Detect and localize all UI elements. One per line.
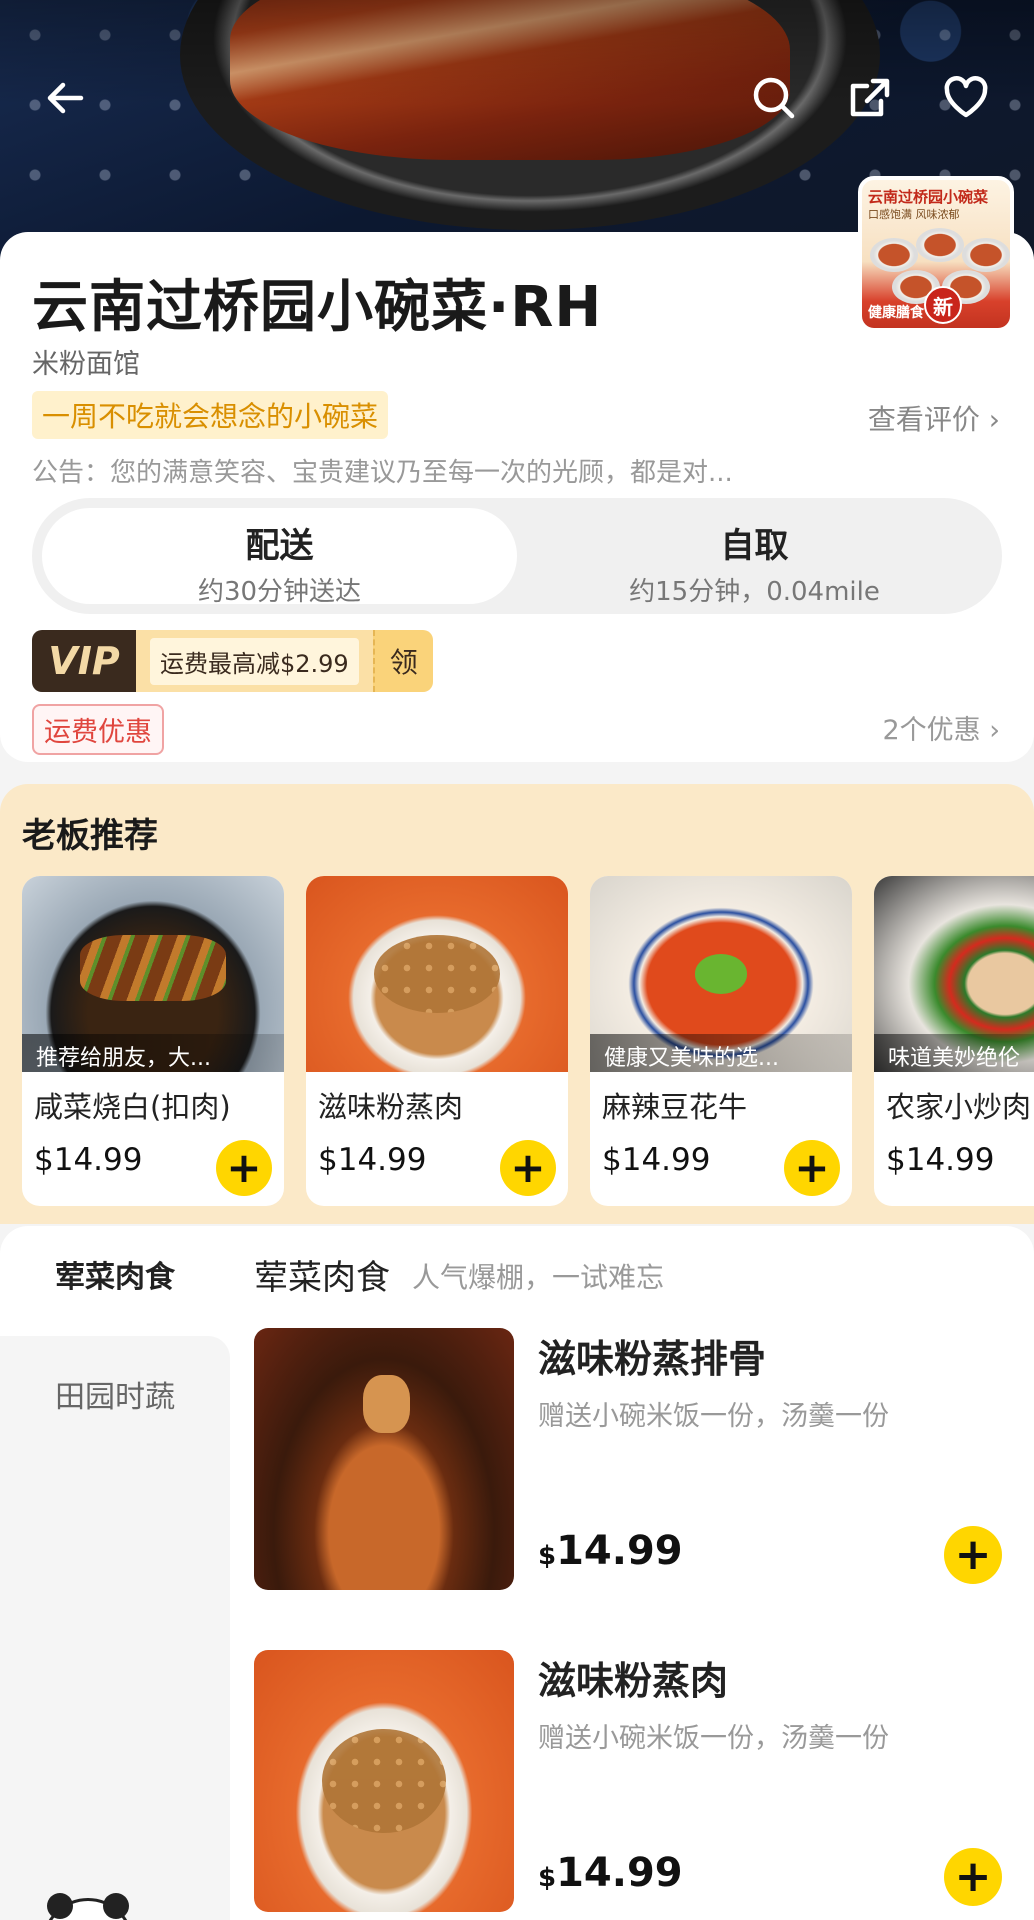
plus-icon: + [226, 1143, 262, 1192]
logo-subtitle: 口感饱满 风味浓郁 [868, 208, 960, 221]
add-to-cart-button[interactable]: + [944, 1526, 1002, 1584]
store-logo[interactable]: 云南过桥园小碗菜 口感饱满 风味浓郁 健康膳食 新 [858, 176, 1014, 332]
dish-name: 咸菜烧白(扣肉) [34, 1090, 231, 1124]
back-arrow-icon [47, 82, 84, 114]
dish-description: 赠送小碗米饭一份，汤羹一份 [538, 1401, 889, 1432]
pickup-time: 约15分钟，0.04mile [629, 577, 880, 607]
pickup-option[interactable]: 自取 约15分钟，0.04mile [517, 508, 992, 607]
dish-caption: 健康又美味的选... [590, 1034, 852, 1072]
vip-logo: VIP [32, 630, 136, 692]
delivery-time: 约30分钟送达 [197, 577, 362, 607]
dish-image [306, 876, 568, 1072]
delivery-title: 配送 [245, 526, 314, 566]
plus-icon: + [794, 1143, 830, 1192]
share-icon [850, 78, 890, 117]
dish-price: $14.99 [538, 1528, 683, 1574]
dish-price: $14.99 [318, 1142, 427, 1178]
dish-description: 赠送小碗米饭一份，汤羹一份 [538, 1723, 889, 1754]
dish-name: 滋味粉蒸肉 [538, 1659, 729, 1703]
share-button[interactable] [842, 70, 898, 126]
back-button[interactable] [38, 70, 94, 126]
view-reviews-link[interactable]: 查看评价 › [868, 398, 1000, 438]
sidebar-item-vegetables[interactable]: 田园时蔬 [0, 1372, 230, 1416]
vip-offer-text: 运费最高减$2.99 [150, 637, 359, 685]
logo-bottom-text: 健康膳食 [868, 305, 924, 321]
heart-icon [944, 76, 988, 118]
store-notice[interactable]: 公告：您的满意笑容、宝贵建议乃至每一次的光顾，都是对... [32, 452, 822, 489]
add-to-cart-button[interactable]: + [944, 1848, 1002, 1906]
dish-name: 麻辣豆花牛 [602, 1090, 748, 1124]
logo-new-badge: 新 [924, 286, 962, 324]
plus-icon: + [510, 1143, 546, 1192]
add-to-cart-button[interactable]: + [784, 1140, 840, 1196]
pickup-title: 自取 [720, 526, 789, 566]
store-category: 米粉面馆 [32, 349, 140, 380]
menu-item[interactable]: 滋味粉蒸排骨 赠送小碗米饭一份，汤羹一份 $14.99 + [254, 1328, 1014, 1590]
order-mode-toggle: 配送 约30分钟送达 自取 约15分钟，0.04mile [32, 498, 1002, 614]
delivery-discount-tag: 运费优惠 [32, 704, 164, 755]
recommend-card[interactable]: 健康又美味的选... 麻辣豆花牛 $14.99 + [590, 876, 852, 1206]
recommend-card[interactable]: 滋味粉蒸肉 $14.99 + [306, 876, 568, 1206]
dish-price: $14.99 [602, 1142, 711, 1178]
logo-title: 云南过桥园小碗菜 [868, 188, 989, 206]
boss-recommend-title: 老板推荐 [22, 816, 158, 856]
dish-image [254, 1328, 514, 1590]
dish-price: $14.99 [886, 1142, 995, 1178]
search-button[interactable] [746, 70, 802, 126]
store-slogan: 一周不吃就会想念的小碗菜 [32, 391, 389, 439]
plus-icon: + [954, 1529, 992, 1580]
dish-name: 农家小炒肉 [886, 1090, 1032, 1124]
add-to-cart-button[interactable]: + [216, 1140, 272, 1196]
dish-price: $14.99 [538, 1850, 683, 1896]
sidebar-item-meat[interactable]: 荤菜肉食 [0, 1252, 230, 1296]
favorite-button[interactable] [938, 70, 994, 126]
dish-caption: 味道美妙绝伦 [874, 1034, 1034, 1072]
panda-mascot-icon[interactable] [42, 1893, 134, 1920]
plus-icon: + [954, 1851, 992, 1902]
store-name: 云南过桥园小碗菜·RH [32, 275, 603, 340]
dish-name: 滋味粉蒸排骨 [538, 1337, 767, 1381]
delivery-option[interactable]: 配送 约30分钟送达 [42, 508, 517, 607]
menu-item[interactable]: 滋味粉蒸肉 赠送小碗米饭一份，汤羹一份 $14.99 + [254, 1650, 1014, 1912]
vip-coupon[interactable]: VIP 运费最高减$2.99 领 [32, 630, 433, 692]
promotions-link[interactable]: 2个优惠 › [882, 708, 1000, 747]
section-subtitle: 人气爆棚，一试难忘 [412, 1261, 665, 1294]
add-to-cart-button[interactable]: + [500, 1140, 556, 1196]
section-title: 荤菜肉食 [254, 1258, 390, 1298]
category-sidebar [0, 1336, 230, 1920]
recommend-card[interactable]: 味道美妙绝伦 农家小炒肉 $14.99 [874, 876, 1034, 1206]
claim-coupon-button[interactable]: 领 [372, 630, 433, 692]
recommend-card[interactable]: 推荐给朋友，大... 咸菜烧白(扣肉) $14.99 + [22, 876, 284, 1206]
dish-price: $14.99 [34, 1142, 143, 1178]
dish-image [254, 1650, 514, 1912]
search-icon [753, 77, 795, 119]
dish-caption: 推荐给朋友，大... [22, 1034, 284, 1072]
dish-name: 滋味粉蒸肉 [318, 1090, 464, 1124]
